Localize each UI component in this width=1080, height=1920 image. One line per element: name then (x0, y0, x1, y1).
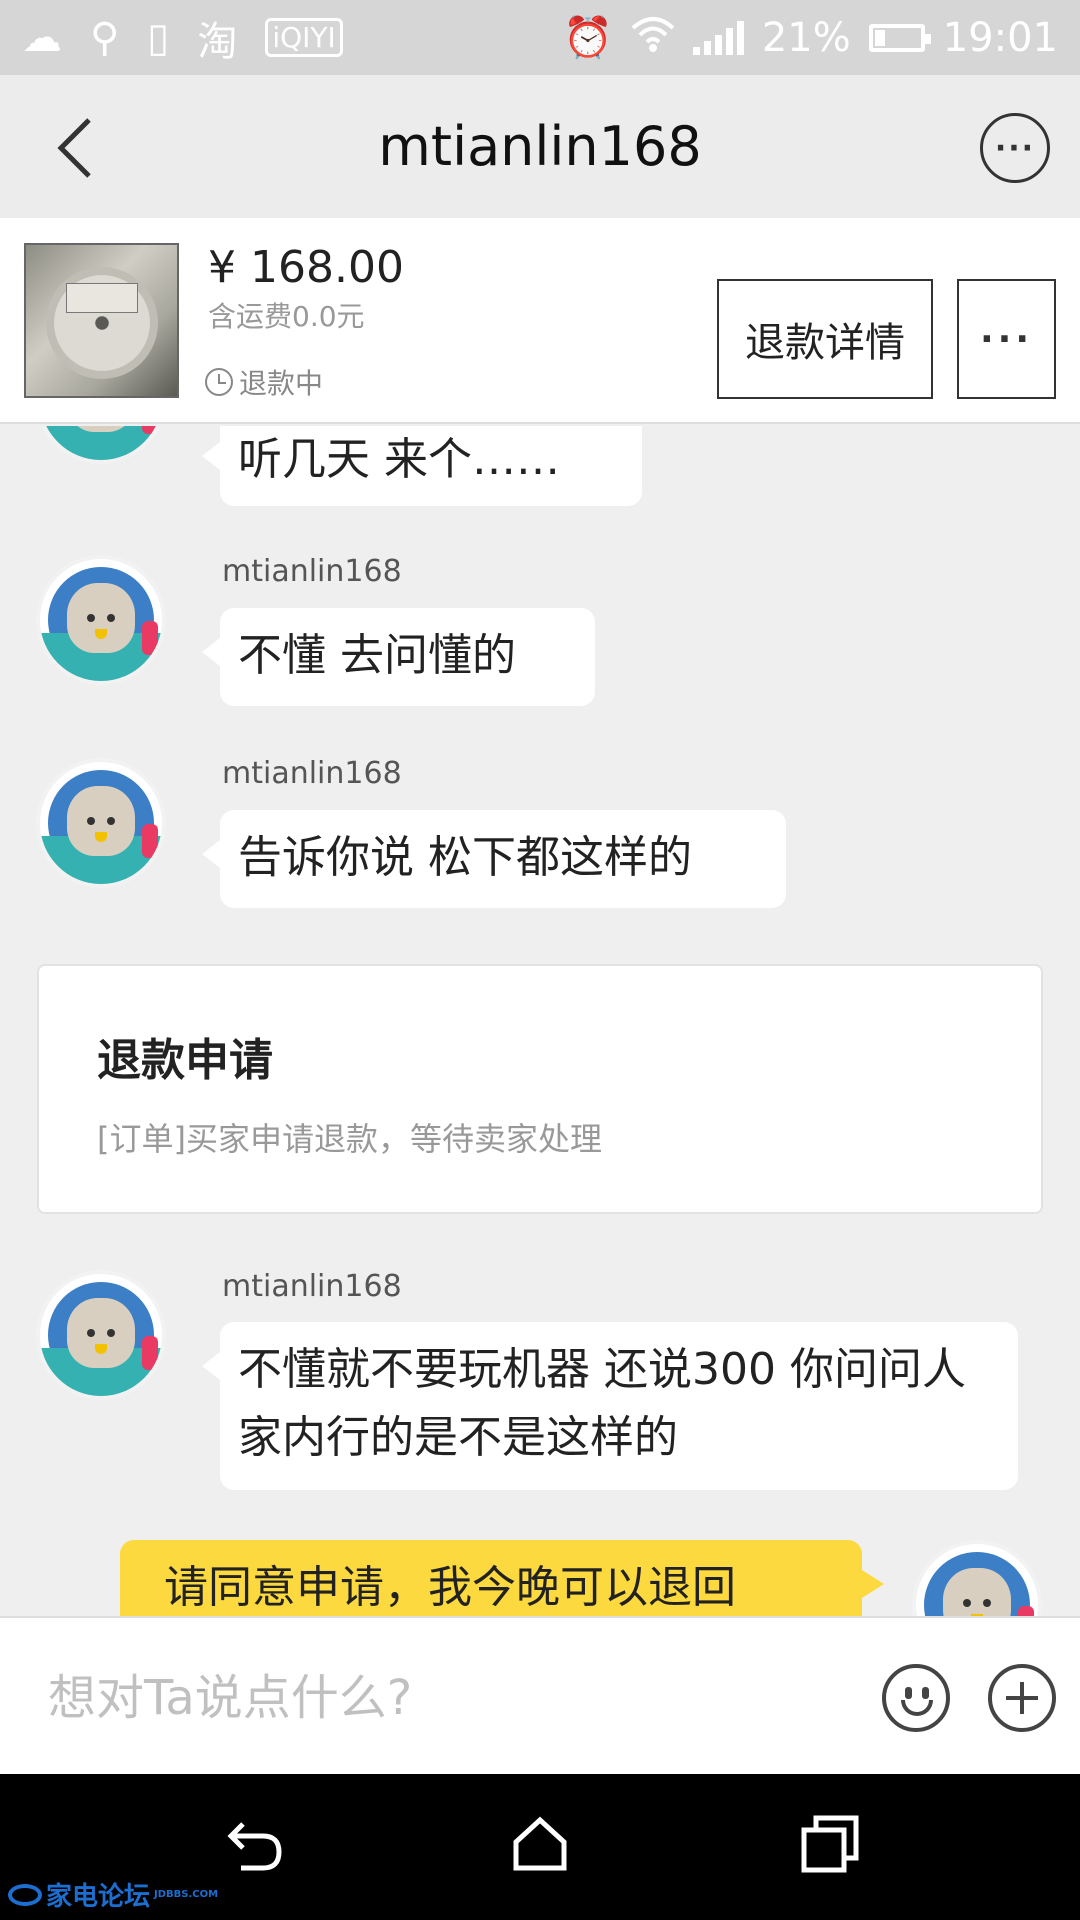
avatar[interactable] (36, 758, 166, 888)
cd-player-panel (66, 283, 138, 313)
watermark-sub: JDBBS.COM (154, 1889, 219, 1900)
more-options-button[interactable]: ··· (980, 113, 1050, 183)
my-message-bubble: 请同意申请，我今晚可以退回 (120, 1540, 884, 1616)
chat-area[interactable]: 听几天 来个…… mtianlin168 不懂 去问懂的 mtianlin168… (0, 426, 1080, 1616)
avatar[interactable] (36, 1270, 166, 1400)
emoji-icon (905, 1687, 912, 1699)
device-icon: ▯ (147, 14, 170, 61)
clock-time: 19:01 (942, 14, 1058, 61)
chevron-left-icon (57, 118, 91, 178)
message-bubble: 告诉你说 松下都这样的 (202, 810, 786, 908)
watermark-logo: 家电论坛 JDBBS.COM (8, 1876, 218, 1913)
plus-button[interactable] (988, 1664, 1056, 1732)
nav-home-icon[interactable] (510, 1814, 570, 1874)
input-bar (0, 1616, 1080, 1774)
search-icon: ⚲ (90, 14, 120, 61)
status-right-icons: ⏰ 21% 19:01 (563, 14, 1058, 61)
message-input[interactable] (48, 1663, 828, 1733)
message-bubble: 不懂就不要玩机器 还说300 你问问人家内行的是不是这样的 (202, 1322, 1018, 1490)
nav-recent-apps-icon[interactable] (800, 1814, 860, 1874)
taobao-icon: 淘 (197, 18, 238, 65)
clock-icon (205, 368, 233, 396)
more-icon: ··· (994, 130, 1036, 166)
weather-icon: ☁ (22, 14, 62, 61)
battery-fill (874, 29, 885, 46)
refund-detail-button[interactable]: 退款详情 (717, 279, 933, 399)
watermark-text: 家电论坛 (46, 1882, 151, 1912)
emoji-button[interactable] (882, 1664, 950, 1732)
battery-icon (868, 23, 931, 52)
avatar[interactable] (36, 426, 166, 464)
sender-name: mtianlin168 (222, 756, 402, 791)
swirl-icon (8, 1883, 42, 1906)
sender-name: mtianlin168 (222, 1269, 402, 1304)
refund-notice-card[interactable]: 退款申请 [订单]买家申请退款，等待卖家处理 (37, 964, 1043, 1214)
signal-icon (692, 20, 744, 55)
title-bar: mtianlin168 ··· (0, 75, 1080, 218)
wifi-icon (631, 14, 675, 61)
page-title: mtianlin168 (378, 115, 702, 178)
order-status-label: 退款中 (239, 367, 324, 400)
avatar[interactable] (36, 555, 166, 685)
sender-name: mtianlin168 (222, 554, 402, 589)
message-bubble: 不懂 去问懂的 (202, 608, 595, 706)
alarm-icon: ⏰ (563, 14, 613, 61)
order-price: ¥ 168.00 (208, 242, 404, 293)
order-status: 退款中 (205, 362, 323, 402)
status-left-icons: ☁ ⚲ ▯ 淘 iQIYI (22, 9, 343, 67)
status-bar: ☁ ⚲ ▯ 淘 iQIYI ⏰ 21% 19:01 (0, 0, 1080, 75)
order-more-button[interactable]: ··· (957, 279, 1056, 399)
notice-title: 退款申请 (97, 1035, 273, 1086)
product-thumbnail[interactable] (24, 243, 179, 398)
my-avatar[interactable] (912, 1540, 1042, 1616)
back-button[interactable] (40, 113, 110, 183)
notice-description: [订单]买家申请退款，等待卖家处理 (97, 1120, 602, 1158)
nav-back-icon[interactable] (225, 1818, 285, 1874)
message-bubble: 听几天 来个…… (202, 426, 642, 506)
iqiyi-icon: iQIYI (265, 18, 343, 57)
order-shipping: 含运费0.0元 (208, 300, 365, 333)
battery-percent: 21% (761, 14, 851, 61)
